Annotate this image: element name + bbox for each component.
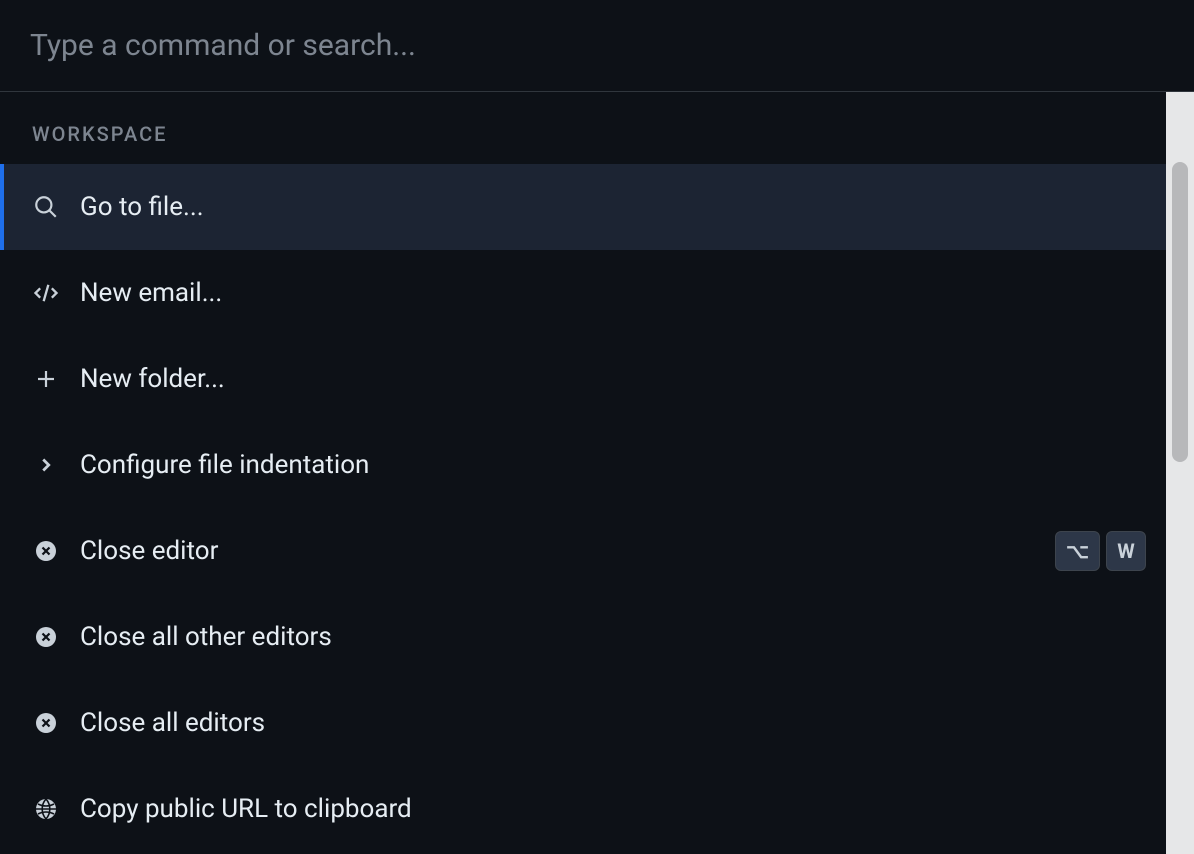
globe-icon — [32, 795, 60, 823]
command-label: Copy public URL to clipboard — [80, 794, 1146, 824]
command-go-to-file[interactable]: Go to file... — [0, 164, 1178, 250]
code-icon — [32, 279, 60, 307]
key-w: W — [1106, 531, 1146, 571]
chevron-right-icon — [32, 451, 60, 479]
command-palette: WORKSPACE Go to file... New email... — [0, 0, 1194, 854]
command-label: New folder... — [80, 364, 1146, 394]
close-circle-icon — [32, 709, 60, 737]
command-label: Go to file... — [80, 192, 1146, 222]
close-circle-icon — [32, 537, 60, 565]
section-header-workspace: WORKSPACE — [0, 92, 1178, 164]
command-label: New email... — [80, 278, 1146, 308]
command-list: WORKSPACE Go to file... New email... — [0, 92, 1194, 854]
command-search-input[interactable] — [30, 28, 1164, 63]
command-new-folder[interactable]: New folder... — [0, 336, 1178, 422]
command-copy-public-url[interactable]: Copy public URL to clipboard — [0, 766, 1178, 852]
shortcut-keys: ⌥ W — [1055, 531, 1146, 571]
key-option: ⌥ — [1055, 531, 1100, 571]
command-label: Close editor — [80, 536, 1055, 566]
command-new-email[interactable]: New email... — [0, 250, 1178, 336]
close-circle-icon — [32, 623, 60, 651]
search-icon — [32, 193, 60, 221]
search-bar — [0, 0, 1194, 92]
command-label: Configure file indentation — [80, 450, 1146, 480]
scrollbar-track[interactable] — [1166, 92, 1194, 854]
command-close-other-editors[interactable]: Close all other editors — [0, 594, 1178, 680]
command-configure-indentation[interactable]: Configure file indentation — [0, 422, 1178, 508]
plus-icon — [32, 365, 60, 393]
command-close-editor[interactable]: Close editor ⌥ W — [0, 508, 1178, 594]
command-close-all-editors[interactable]: Close all editors — [0, 680, 1178, 766]
command-label: Close all editors — [80, 708, 1146, 738]
scrollbar-thumb[interactable] — [1172, 162, 1188, 462]
command-label: Close all other editors — [80, 622, 1146, 652]
